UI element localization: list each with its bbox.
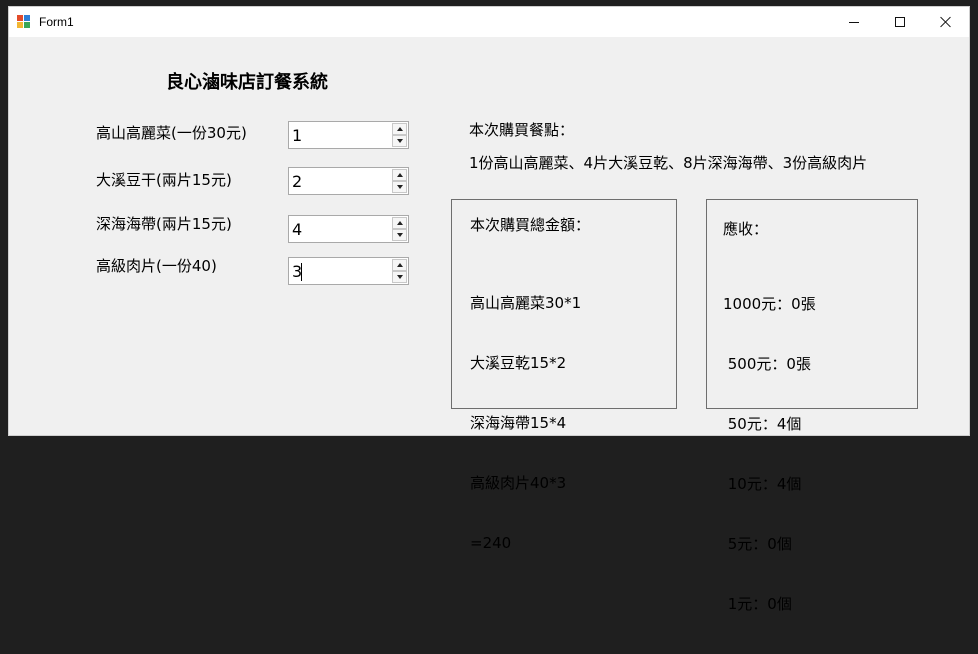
spin-up-button[interactable] [392, 259, 407, 271]
spin-up-button[interactable] [392, 169, 407, 181]
form-window: Form1 良心滷味店訂餐系統 高山高麗菜(一份30元) 1 大溪豆干(兩片15… [8, 6, 970, 613]
change-line: 1000元：0張 [723, 295, 816, 313]
minimize-icon [849, 21, 859, 23]
page-title: 良心滷味店訂餐系統 [166, 72, 328, 93]
change-line: 500元：0張 [723, 355, 811, 373]
chevron-up-icon [396, 221, 403, 225]
change-box: 應收： 1000元：0張 500元：0張 50元：4個 10元：4個 5元：0個… [706, 199, 918, 613]
total-sum: =240 [470, 534, 512, 552]
maximize-button[interactable] [877, 7, 923, 37]
chevron-down-icon [396, 185, 403, 189]
total-line: 大溪豆乾15*2 [470, 354, 567, 372]
label-cabbage: 高山高麗菜(一份30元) [96, 124, 247, 142]
chevron-up-icon [396, 263, 403, 267]
change-line: 10元：4個 [723, 475, 802, 493]
order-title: 本次購買餐點： [469, 121, 575, 139]
spin-down-button[interactable] [392, 271, 407, 283]
total-line: 深海海帶15*4 [470, 414, 567, 432]
label-seaweed: 深海海帶(兩片15元) [96, 215, 232, 233]
quantity-value[interactable]: 2 [292, 172, 302, 191]
close-button[interactable] [923, 7, 969, 37]
close-icon [940, 16, 952, 28]
spin-down-button[interactable] [392, 229, 407, 241]
quantity-value[interactable]: 4 [292, 220, 302, 239]
spin-down-button[interactable] [392, 135, 407, 147]
change-line: 5元：0個 [723, 535, 792, 553]
change-line: 50元：4個 [723, 415, 802, 433]
spin-up-button[interactable] [392, 123, 407, 135]
change-line: 1元：0個 [723, 595, 792, 613]
chevron-up-icon [396, 173, 403, 177]
total-line: 高山高麗菜30*1 [470, 294, 582, 312]
maximize-icon [895, 17, 905, 27]
quantity-stepper-tofu[interactable]: 2 [288, 167, 409, 195]
quantity-stepper-meat[interactable]: 3 [288, 257, 409, 285]
change-title: 應收： [723, 220, 769, 238]
order-summary: 1份高山高麗菜、4片大溪豆乾、8片深海海帶、3份高級肉片 [469, 154, 868, 172]
chevron-down-icon [396, 139, 403, 143]
spin-up-button[interactable] [392, 217, 407, 229]
quantity-value[interactable]: 1 [292, 126, 302, 145]
spin-down-button[interactable] [392, 181, 407, 193]
title-bar[interactable]: Form1 [9, 7, 969, 37]
label-tofu: 大溪豆干(兩片15元) [96, 171, 232, 189]
chevron-down-icon [396, 233, 403, 237]
label-meat: 高級肉片(一份40) [96, 257, 217, 275]
app-icon [17, 15, 33, 29]
form-client-area: 良心滷味店訂餐系統 高山高麗菜(一份30元) 1 大溪豆干(兩片15元) 2 深… [9, 37, 969, 613]
quantity-stepper-cabbage[interactable]: 1 [288, 121, 409, 149]
window-title: Form1 [39, 15, 74, 29]
chevron-down-icon [396, 275, 403, 279]
total-title: 本次購買總金額： [470, 216, 591, 234]
total-box: 本次購買總金額： 高山高麗菜30*1 大溪豆乾15*2 深海海帶15*4 高級肉… [451, 199, 677, 552]
change-breakdown: 1000元：0張 500元：0張 50元：4個 10元：4個 5元：0個 1元：… [723, 254, 816, 654]
text-cursor [301, 263, 302, 281]
quantity-stepper-seaweed[interactable]: 4 [288, 215, 409, 243]
total-line: 高級肉片40*3 [470, 474, 567, 492]
total-breakdown: 高山高麗菜30*1 大溪豆乾15*2 深海海帶15*4 高級肉片40*3 =24… [470, 253, 581, 593]
minimize-button[interactable] [831, 7, 877, 37]
chevron-up-icon [396, 127, 403, 131]
